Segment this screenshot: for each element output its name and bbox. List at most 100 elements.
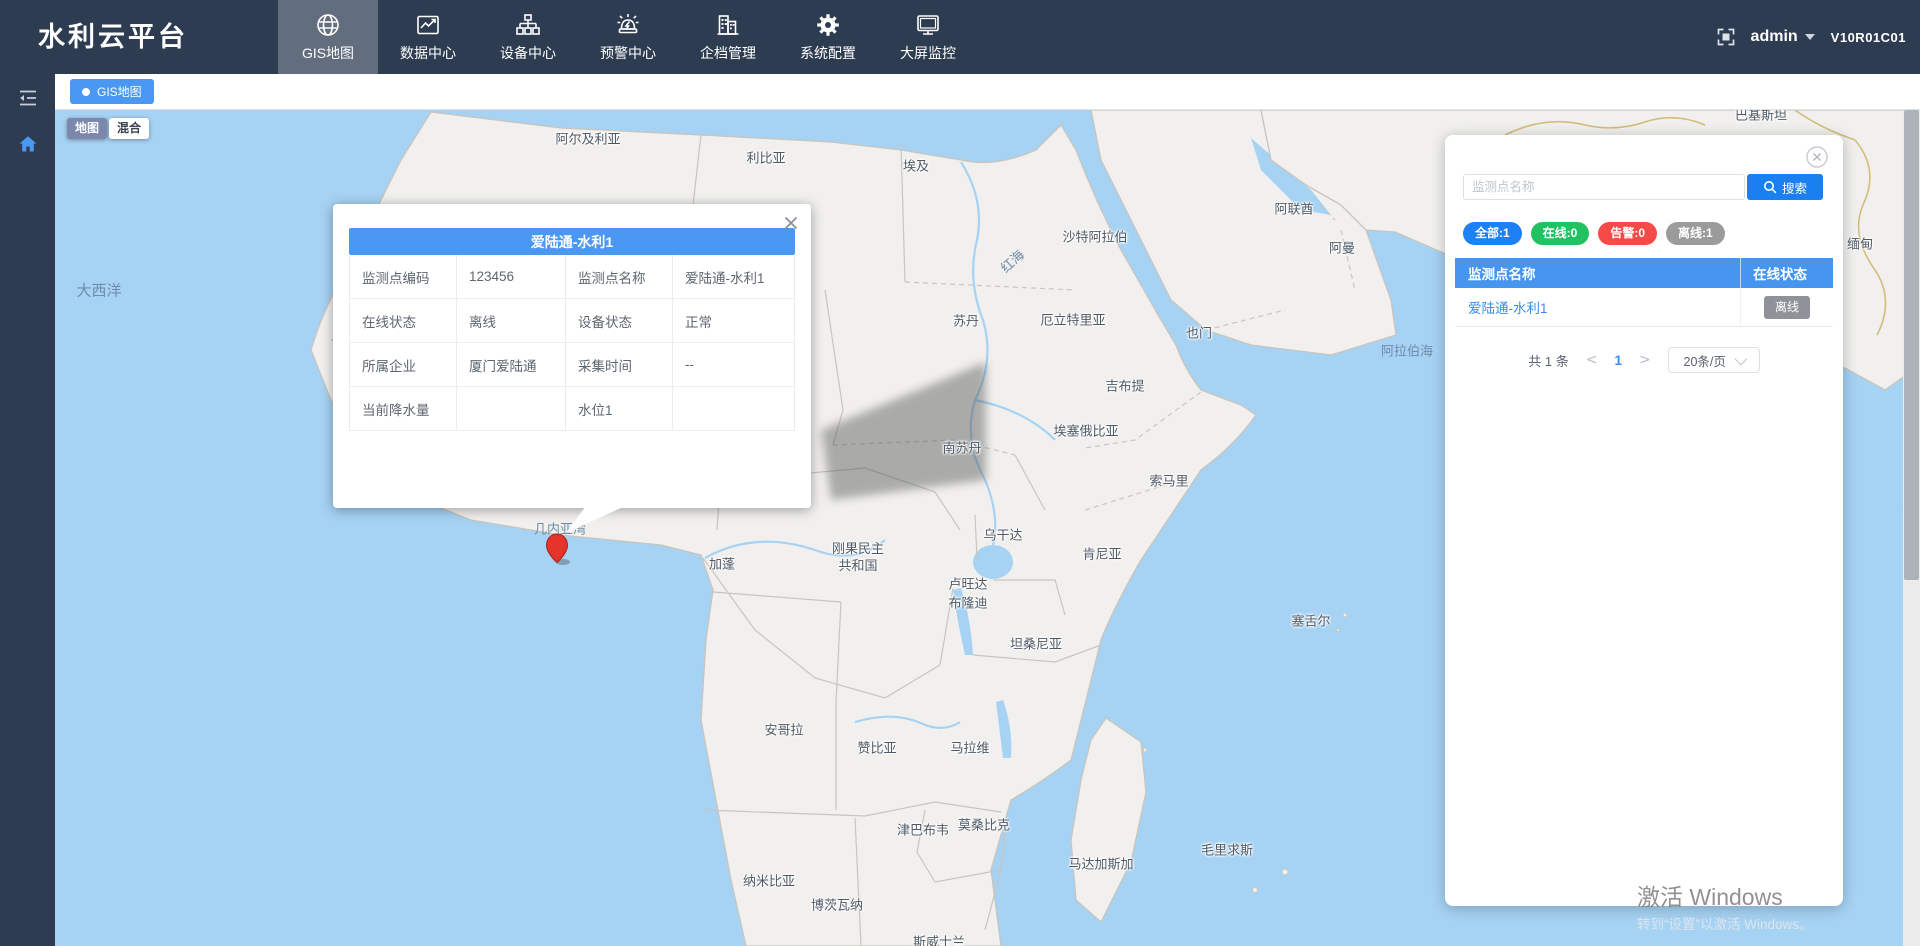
- chart-icon: [415, 12, 441, 38]
- panel-close-icon[interactable]: [1805, 145, 1829, 169]
- tab-gis-map[interactable]: GIS地图: [70, 79, 154, 104]
- main-nav: GIS地图 数据中心 设备中心 预警中心 企档管理系统配置 大屏监控: [278, 0, 978, 74]
- nav-item-chart[interactable]: 数据中心: [378, 0, 478, 74]
- tab-active-dot: [82, 88, 90, 96]
- building-icon: [715, 12, 741, 38]
- popup-cell-label: 设备状态: [566, 299, 673, 342]
- search-input[interactable]: [1463, 174, 1745, 200]
- popup-table-row: 在线状态离线设备状态正常: [350, 299, 794, 343]
- status-cell: 离线: [1740, 288, 1833, 326]
- status-filter-pill[interactable]: 告警:0: [1598, 222, 1657, 245]
- map-label: 津巴布韦: [897, 823, 949, 840]
- map-label: 纳米比亚: [743, 874, 795, 891]
- map-label: 巴基斯坦: [1735, 110, 1787, 124]
- page-size-select[interactable]: 20条/页: [1668, 347, 1760, 373]
- map-label: 卢旺达: [948, 577, 987, 594]
- next-page-icon[interactable]: >: [1639, 352, 1651, 368]
- popup-table-row: 当前降水量水位1: [350, 387, 794, 431]
- map-label: 安哥拉: [764, 723, 803, 740]
- version-label: V10R01C01: [1831, 30, 1906, 45]
- sitemap-icon: [515, 12, 541, 38]
- popup-cell-value: [673, 387, 794, 430]
- globe-icon: [315, 12, 341, 38]
- vertical-scrollbar-thumb[interactable]: [1904, 110, 1919, 580]
- map-label: 阿尔及利亚: [555, 132, 620, 149]
- alarm-icon: [615, 12, 641, 38]
- popup-cell-value: 爱陆通-水利1: [673, 255, 794, 298]
- map-label: 阿联酋: [1274, 202, 1313, 219]
- user-menu[interactable]: admin: [1751, 28, 1815, 46]
- monitor-table-body: 爱陆通-水利1离线: [1455, 288, 1833, 327]
- fullscreen-icon[interactable]: [1717, 28, 1735, 46]
- map-type-button[interactable]: 混合: [109, 118, 149, 139]
- map-marker-pin[interactable]: [544, 531, 572, 572]
- popup-cell-value: 离线: [457, 299, 566, 342]
- gear-icon: [815, 12, 841, 38]
- nav-item-building[interactable]: 企档管理: [678, 0, 778, 74]
- map-label: 利比亚: [746, 151, 785, 168]
- map-label: 南苏丹: [942, 441, 981, 458]
- search-button-label: 搜索: [1782, 178, 1807, 197]
- popup-close-icon[interactable]: [783, 215, 799, 231]
- map-label: 沙特阿拉伯: [1062, 230, 1127, 247]
- nav-item-monitor[interactable]: 大屏监控: [878, 0, 978, 74]
- nav-item-label: 大屏监控: [900, 43, 956, 63]
- vertical-scrollbar-track[interactable]: [1903, 110, 1920, 946]
- map-label: 缅甸: [1847, 237, 1873, 254]
- pagination-total: 共 1 条: [1528, 351, 1568, 370]
- search-button[interactable]: 搜索: [1747, 174, 1823, 200]
- status-filter-pill[interactable]: 离线:1: [1666, 222, 1725, 245]
- map-label: 莫桑比克: [958, 818, 1010, 835]
- map-type-button[interactable]: 地图: [67, 118, 107, 139]
- popup-cell-value: 123456: [457, 255, 566, 298]
- map-label: 马达加斯加: [1068, 857, 1133, 874]
- collapse-menu-icon[interactable]: [17, 87, 39, 114]
- map-label: 埃及: [903, 159, 929, 176]
- monitor-table-row[interactable]: 爱陆通-水利1离线: [1455, 288, 1833, 327]
- nav-item-sitemap[interactable]: 设备中心: [478, 0, 578, 74]
- tab-bar: GIS地图: [55, 74, 1920, 110]
- app-logo: 水利云平台: [38, 0, 188, 74]
- map-label: 阿曼: [1329, 241, 1355, 258]
- search-icon: [1763, 180, 1777, 194]
- map-label: 马拉维: [950, 741, 989, 758]
- popup-cell-label: 采集时间: [566, 343, 673, 386]
- tab-label: GIS地图: [97, 83, 142, 100]
- map-label: 博茨瓦纳: [811, 898, 863, 915]
- header-name: 监测点名称: [1455, 258, 1740, 288]
- map-label: 吉布提: [1105, 379, 1144, 396]
- map-label: 毛里求斯: [1201, 843, 1253, 860]
- popup-cell-value: 正常: [673, 299, 794, 342]
- nav-item-label: 系统配置: [800, 43, 856, 63]
- nav-item-label: 预警中心: [600, 43, 656, 63]
- status-filter-pills: 全部:1 在线:0 告警:0 离线:1: [1463, 222, 1725, 245]
- popup-cell-label: 水位1: [566, 387, 673, 430]
- prev-page-icon[interactable]: <: [1586, 352, 1598, 368]
- nav-item-alarm[interactable]: 预警中心: [578, 0, 678, 74]
- nav-item-label: GIS地图: [302, 43, 354, 63]
- chevron-down-icon: [1734, 352, 1747, 365]
- map-label: 塞舌尔: [1291, 614, 1330, 631]
- nav-item-label: 设备中心: [500, 43, 556, 63]
- nav-item-globe[interactable]: GIS地图: [278, 0, 378, 74]
- map-label: 布隆迪: [948, 596, 987, 613]
- map-label: 也门: [1186, 326, 1212, 343]
- page-number[interactable]: 1: [1614, 353, 1622, 368]
- app-root: 大西洋巴基斯坦阿尔及利亚利比亚埃及沙特阿拉伯阿联酋阿曼红海苏丹厄立特里亚也门吉布…: [0, 0, 1920, 946]
- popup-callout-arrow: [566, 507, 626, 534]
- nav-item-label: 数据中心: [400, 43, 456, 63]
- monitor-table-header: 监测点名称 在线状态: [1455, 258, 1833, 288]
- page-size-value: 20条/页: [1684, 351, 1726, 370]
- popup-cell-label: 监测点名称: [566, 255, 673, 298]
- popup-detail-table: 监测点编码123456监测点名称爱陆通-水利1在线状态离线设备状态正常所属企业厦…: [349, 255, 795, 431]
- map-label: 索马里: [1149, 474, 1188, 491]
- monitor-name-link[interactable]: 爱陆通-水利1: [1455, 288, 1740, 326]
- home-icon[interactable]: [18, 134, 38, 159]
- map-label: 赞比亚: [857, 741, 896, 758]
- nav-item-gear[interactable]: 系统配置: [778, 0, 878, 74]
- map-label: 斯威士兰: [913, 935, 965, 946]
- status-filter-pill[interactable]: 全部:1: [1463, 222, 1522, 245]
- status-filter-pill[interactable]: 在线:0: [1531, 222, 1590, 245]
- popup-cell-label: 在线状态: [350, 299, 457, 342]
- map-type-switch: 地图混合: [67, 118, 149, 139]
